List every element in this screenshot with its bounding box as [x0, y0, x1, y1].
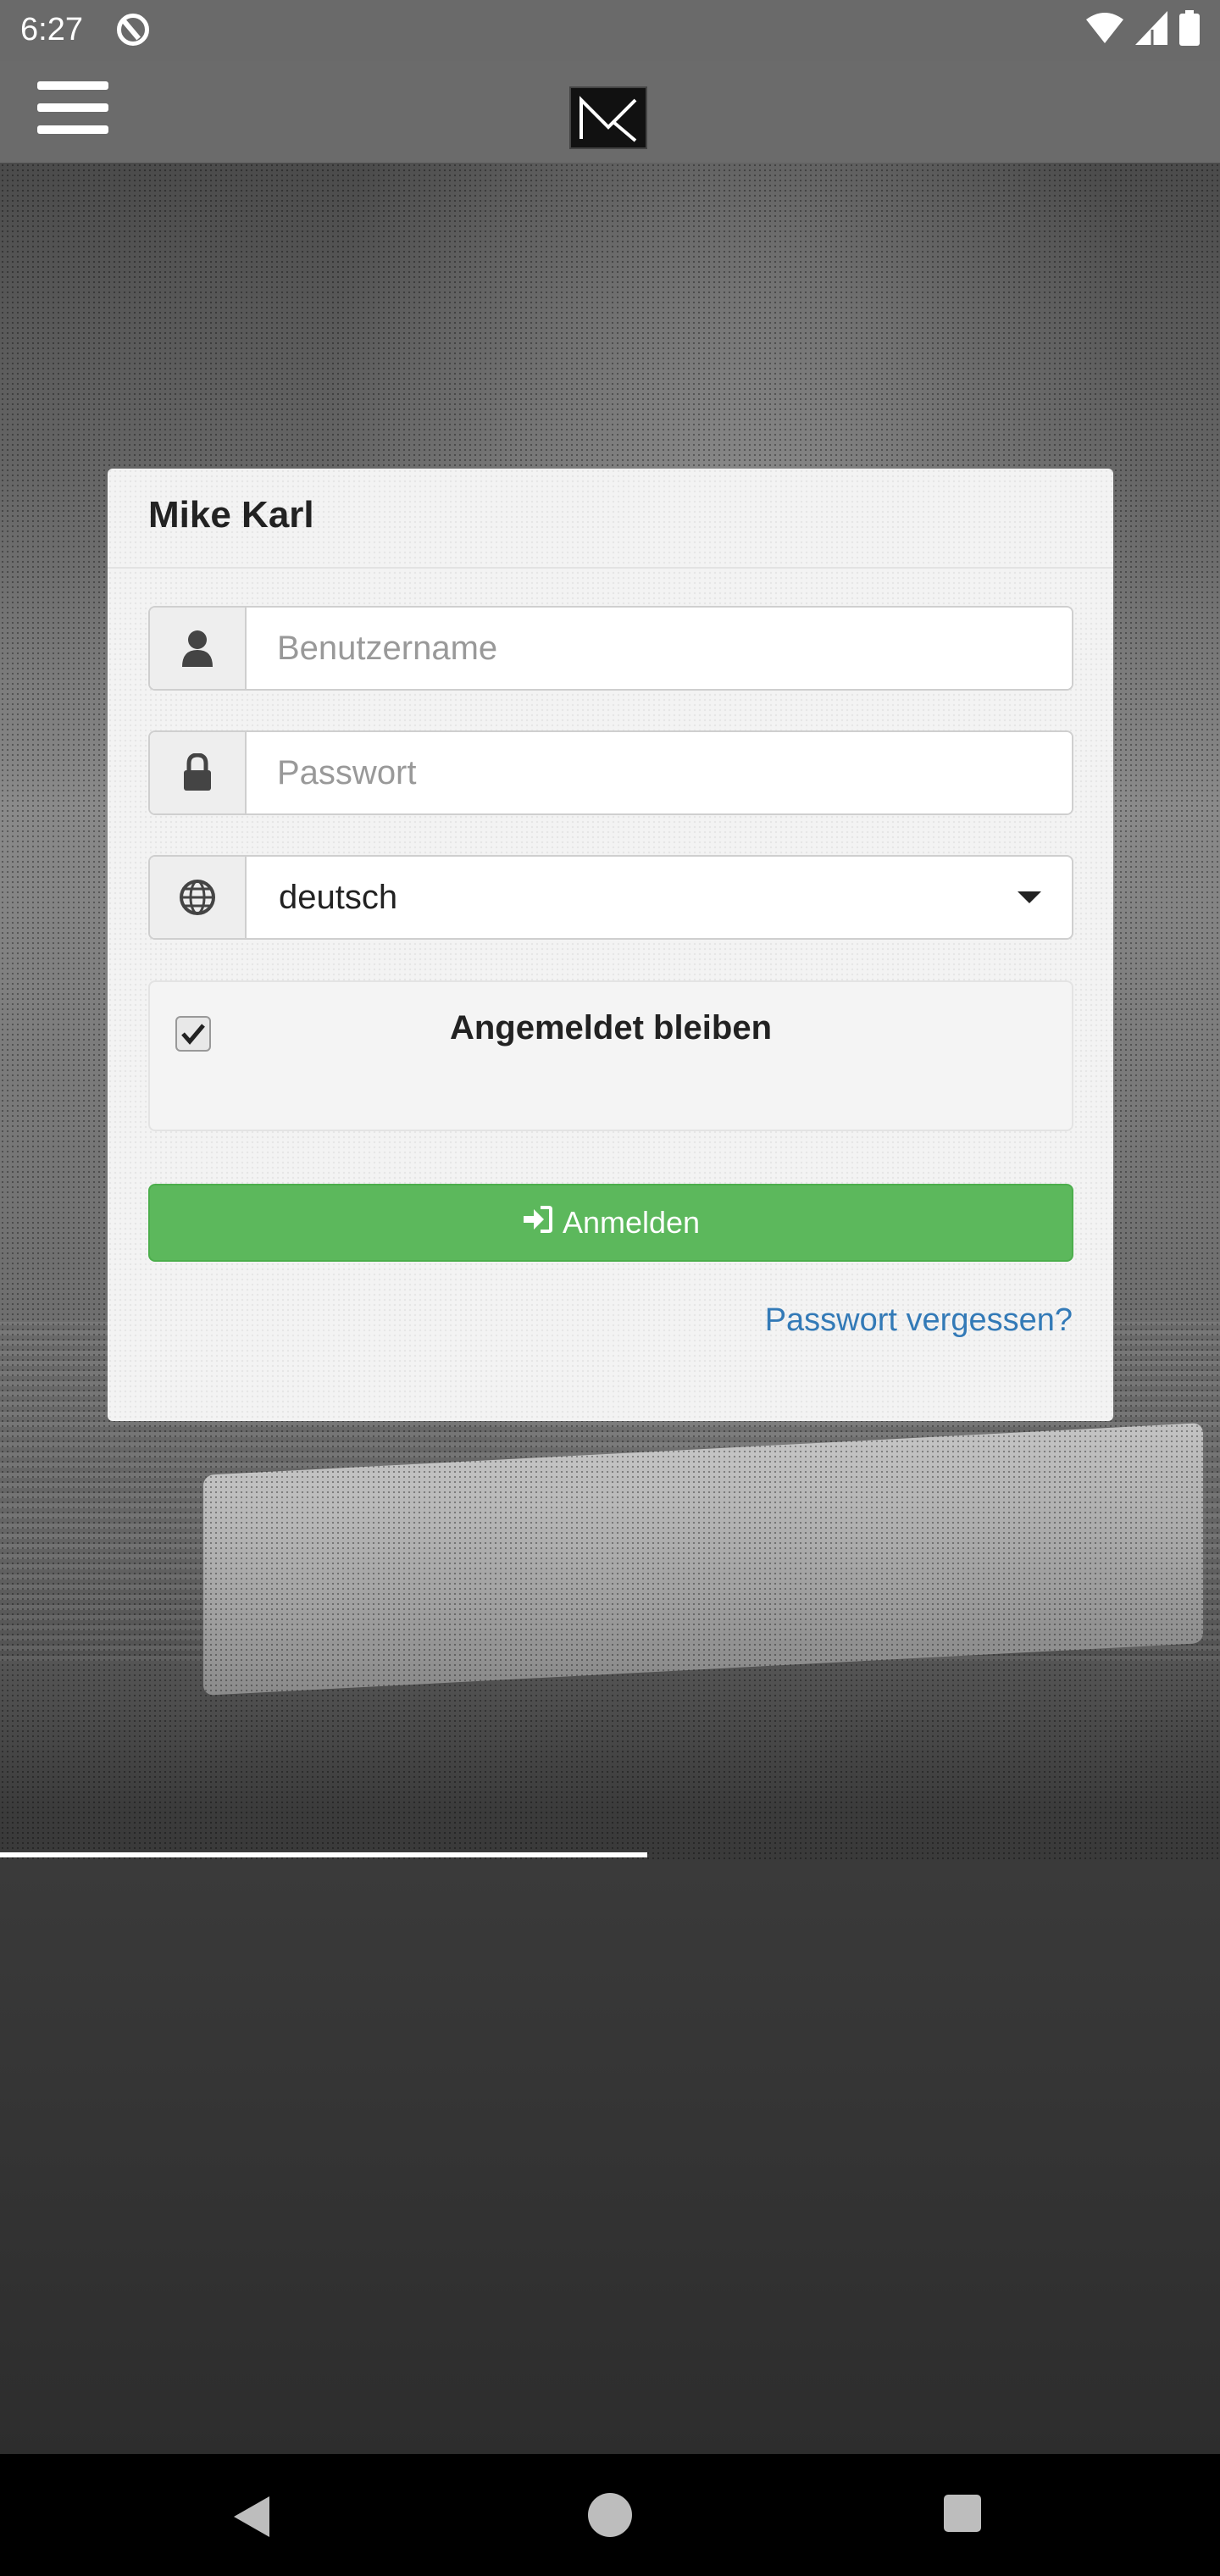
panel-title: Mike Karl: [148, 494, 314, 536]
user-icon: [150, 608, 247, 689]
status-icons: [1086, 10, 1200, 46]
username-group: [148, 606, 1073, 691]
login-panel: Mike Karl de: [108, 469, 1113, 1421]
top-app-bar: [0, 61, 1220, 163]
battery-icon: [1179, 10, 1200, 46]
system-nav-bar: [0, 2454, 1220, 2576]
username-input[interactable]: [247, 608, 1072, 689]
panel-header: Mike Karl: [108, 469, 1113, 569]
remember-me-label: Angemeldet bleiben: [449, 1009, 773, 1046]
login-button[interactable]: Anmelden: [148, 1184, 1073, 1262]
status-time: 6:27: [20, 12, 83, 47]
remember-me-box: Angemeldet bleiben: [148, 980, 1073, 1131]
recents-icon[interactable]: [944, 2495, 981, 2532]
home-icon[interactable]: [588, 2493, 632, 2537]
forgot-password-link[interactable]: Passwort vergessen?: [765, 1302, 1073, 1339]
sign-in-icon: [522, 1205, 552, 1241]
globe-icon: [150, 857, 247, 938]
language-select[interactable]: deutsch: [148, 855, 1073, 940]
password-group: [148, 730, 1073, 815]
status-bar: 6:27: [0, 0, 1220, 61]
hamburger-menu-icon[interactable]: [37, 81, 108, 142]
signal-icon: [1135, 11, 1167, 45]
wifi-icon: [1086, 11, 1123, 45]
lock-icon: [150, 732, 247, 813]
chevron-down-icon: [1018, 891, 1041, 903]
app-notification-icon: [117, 14, 149, 46]
progress-line: [0, 1852, 647, 1857]
login-button-label: Anmelden: [562, 1205, 701, 1240]
mk-logo[interactable]: [569, 86, 647, 149]
password-input[interactable]: [247, 732, 1072, 813]
language-value: deutsch: [279, 878, 398, 916]
back-icon[interactable]: [230, 2495, 271, 2543]
